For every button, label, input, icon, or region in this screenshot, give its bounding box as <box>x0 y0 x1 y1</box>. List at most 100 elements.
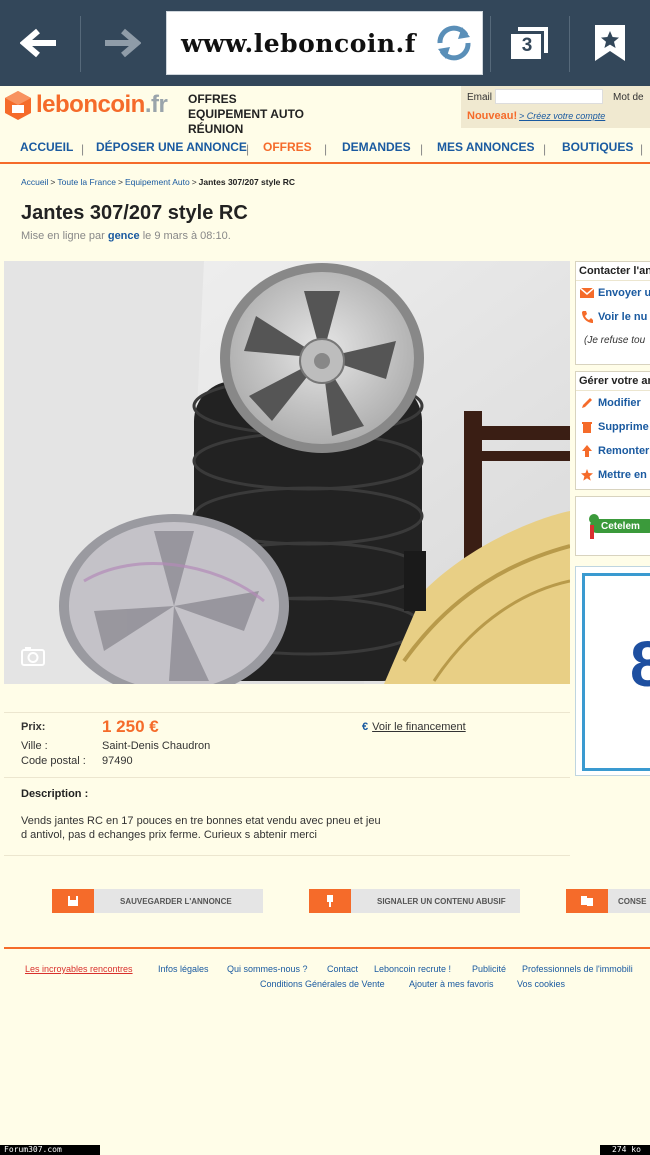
show-number-link[interactable]: Voir le nu <box>576 305 650 329</box>
send-email-link[interactable]: Envoyer u <box>576 281 650 305</box>
side-ad-banner[interactable]: 8 <box>575 566 650 776</box>
city-value: Saint-Denis Chaudron <box>102 740 211 752</box>
url-text[interactable]: www.leboncoin.f <box>167 29 426 58</box>
posted-info: Mise en ligne par gence le 9 mars à 08:1… <box>21 230 231 242</box>
contact-box: Contacter l'an Envoyer u Voir le nu (Je … <box>575 261 650 365</box>
breadcrumb-item[interactable]: Accueil <box>21 177 48 187</box>
bookmark-star-icon <box>595 25 625 61</box>
price-value: 1 250 € <box>102 717 159 736</box>
footer-link[interactable]: Infos légales <box>158 964 209 974</box>
section-title-line: RÉUNION <box>188 122 244 136</box>
contact-title: Contacter l'an <box>576 262 650 281</box>
delete-ad-link[interactable]: Supprime <box>576 415 650 439</box>
up-arrow-icon <box>576 445 598 457</box>
create-account-link[interactable]: > Créez votre compte <box>519 111 605 121</box>
posted-prefix: Mise en ligne par <box>21 230 105 242</box>
manage-title: Gérer votre an <box>576 372 650 391</box>
description-text: Vends jantes RC en 17 pouces en tre bonn… <box>21 815 381 841</box>
email-field[interactable] <box>495 89 603 104</box>
save-ad-button[interactable]: SAUVEGARDER L'ANNONCE <box>52 889 263 913</box>
footer-link[interactable]: Leboncoin recrute ! <box>374 964 451 974</box>
section-title-line: OFFRES <box>188 92 237 106</box>
send-email-label: Envoyer u <box>598 287 650 299</box>
cetelem-banner[interactable]: Cetelem <box>575 496 650 556</box>
nav-deposer[interactable]: DÉPOSER UNE ANNONCE <box>96 140 247 154</box>
posted-date: le 9 mars à 08:10. <box>142 230 231 242</box>
seller-link[interactable]: gence <box>108 230 140 242</box>
logo-tld: .fr <box>144 91 168 118</box>
ad-details: Prix: 1 250 € Ville : Saint-Denis Chaudr… <box>4 712 570 778</box>
address-bar[interactable]: www.leboncoin.f <box>166 11 483 75</box>
footer-link[interactable]: Professionnels de l'immobili <box>522 964 633 974</box>
report-abuse-button[interactable]: SIGNALER UN CONTENU ABUSIF <box>309 889 520 913</box>
section-title: OFFRES EQUIPEMENT AUTO RÉUNION <box>188 92 304 137</box>
edit-ad-link[interactable]: Modifier <box>576 391 650 415</box>
breadcrumb-item[interactable]: Toute la France <box>57 177 116 187</box>
nav-mes-annonces[interactable]: MES ANNONCES <box>437 140 535 154</box>
phone-icon <box>576 310 598 324</box>
breadcrumb-item[interactable]: Equipement Auto <box>125 177 190 187</box>
refuse-note: (Je refuse tou <box>584 335 646 346</box>
watermark-left: Forum307.com <box>0 1145 100 1155</box>
ad-digit: 8 <box>630 627 650 701</box>
footer-link[interactable]: Qui sommes-nous ? <box>227 964 308 974</box>
financing-label: Voir le financement <box>372 721 466 733</box>
forward-arrow-icon <box>105 28 141 58</box>
footer-link[interactable]: Publicité <box>472 964 506 974</box>
price-label: Prix: <box>21 721 46 733</box>
page-title: Jantes 307/207 style RC <box>21 202 248 224</box>
save-ad-label: SAUVEGARDER L'ANNONCE <box>120 896 232 906</box>
financing-link[interactable]: € Voir le financement <box>362 721 466 733</box>
back-button[interactable] <box>0 0 80 86</box>
advice-button[interactable]: CONSE <box>566 889 650 913</box>
pencil-icon <box>576 397 598 409</box>
footer-link[interactable]: Les incroyables rencontres <box>25 964 133 974</box>
new-badge: Nouveau! <box>467 110 518 122</box>
site-header: leboncoin.fr OFFRES EQUIPEMENT AUTO RÉUN… <box>0 86 650 136</box>
site-logo[interactable]: leboncoin.fr <box>4 90 168 120</box>
bookmark-button[interactable] <box>570 0 650 86</box>
feature-ad-label: Mettre en <box>598 469 647 481</box>
password-label: Mot de <box>613 92 644 103</box>
footer-link[interactable]: Contact <box>327 964 358 974</box>
breadcrumb-current: Jantes 307/207 style RC <box>198 177 296 187</box>
watermark-right: 274 ko <box>600 1145 650 1155</box>
nav-boutiques[interactable]: BOUTIQUES <box>562 140 633 154</box>
forward-button[interactable] <box>81 0 161 86</box>
breadcrumb: Accueil > Toute la France > Equipement Auto >… <box>21 177 296 187</box>
report-abuse-label: SIGNALER UN CONTENU ABUSIF <box>377 896 506 906</box>
login-box: Email Mot de Nouveau! > Créez votre comp… <box>461 86 650 128</box>
browser-toolbar: www.leboncoin.f 3 <box>0 0 650 86</box>
cetelem-label: Cetelem <box>601 521 640 532</box>
footer-link[interactable]: Conditions Générales de Vente <box>260 979 385 989</box>
section-title-line: EQUIPEMENT AUTO <box>188 107 305 121</box>
logo-box-icon <box>5 91 31 120</box>
wheels-photo-image <box>4 261 570 684</box>
nav-accueil[interactable]: ACCUEIL <box>20 140 73 154</box>
reload-button[interactable] <box>426 15 482 71</box>
show-number-label: Voir le nu <box>598 311 648 323</box>
footer-link[interactable]: Ajouter à mes favoris <box>409 979 494 989</box>
save-icon <box>52 889 94 913</box>
description-label: Description : <box>21 788 89 800</box>
delete-ad-label: Supprime <box>598 421 649 433</box>
bump-ad-label: Remonter <box>598 445 650 457</box>
postal-value: 97490 <box>102 755 133 767</box>
nav-offres[interactable]: OFFRES <box>263 140 312 154</box>
advice-icon <box>566 889 608 913</box>
ad-photo[interactable] <box>4 261 570 684</box>
manage-box: Gérer votre an Modifier Supprime Remonte… <box>575 371 650 490</box>
feature-ad-link[interactable]: Mettre en <box>576 463 650 487</box>
city-label: Ville : <box>21 740 48 752</box>
trash-icon <box>576 421 598 433</box>
main-nav: ACCUEIL | DÉPOSER UNE ANNONCE | OFFRES |… <box>0 136 650 164</box>
nav-demandes[interactable]: DEMANDES <box>342 140 411 154</box>
flag-icon <box>309 889 351 913</box>
advice-label: CONSE <box>618 896 647 906</box>
footer-link[interactable]: Vos cookies <box>517 979 565 989</box>
gallery-camera-icon[interactable] <box>20 645 48 674</box>
star-icon <box>576 469 598 481</box>
tabs-button[interactable]: 3 <box>492 0 568 86</box>
euro-icon: € <box>362 721 369 733</box>
bump-ad-link[interactable]: Remonter <box>576 439 650 463</box>
